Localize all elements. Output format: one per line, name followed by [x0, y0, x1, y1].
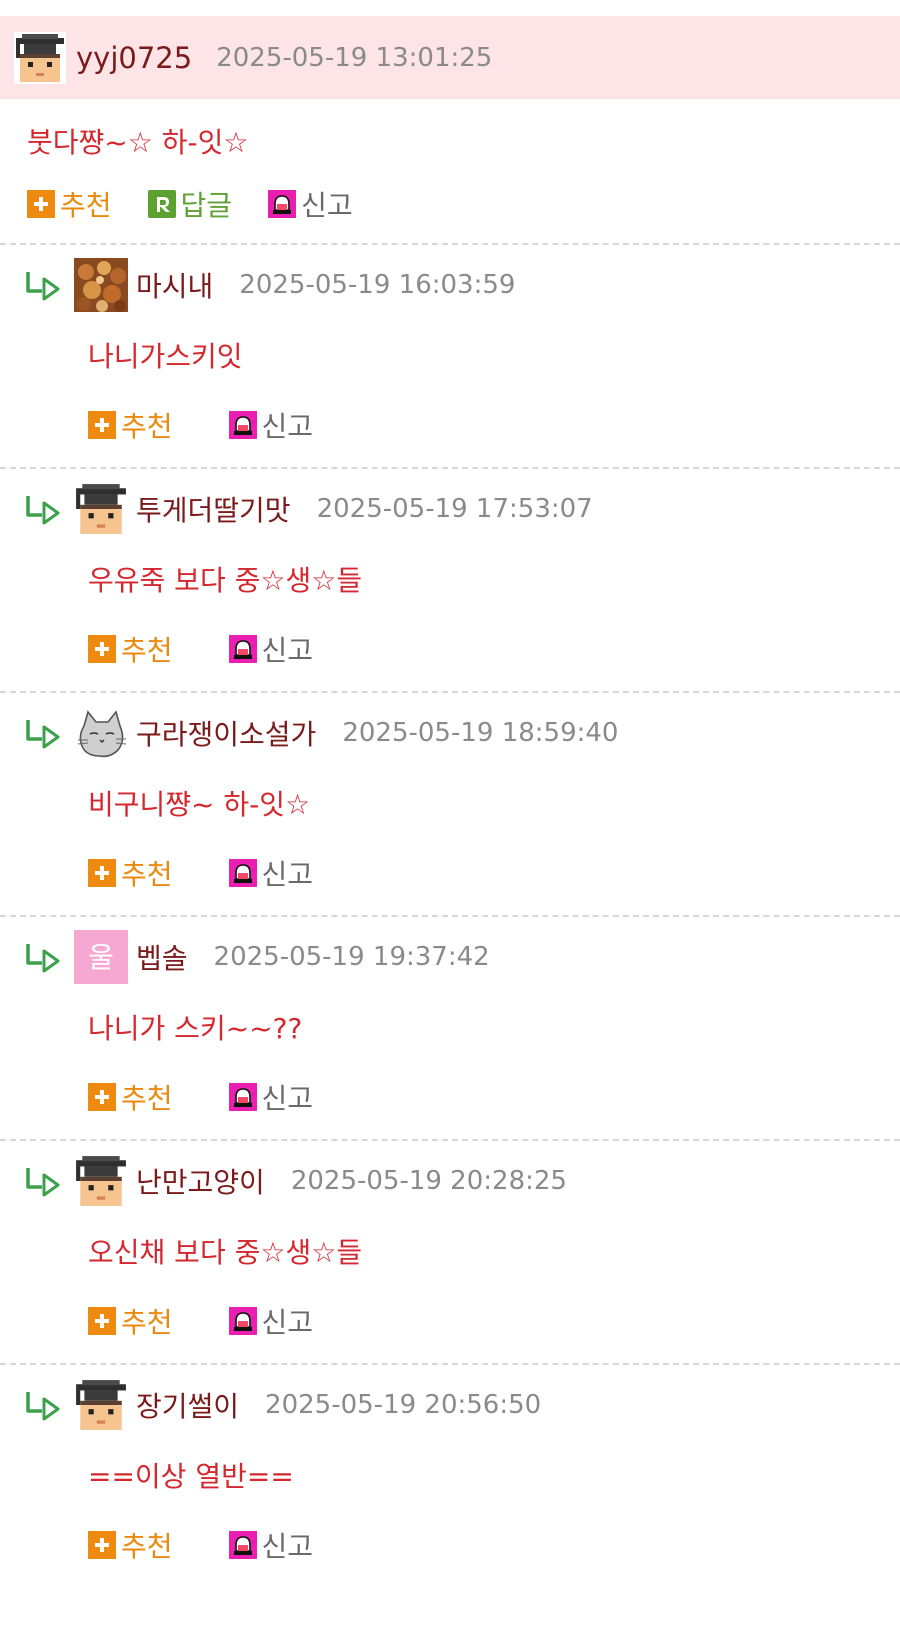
reply-item: 장기썰이 2025-05-19 20:56:50 ==이상 열반== 추천 신고: [0, 1365, 900, 1587]
author-name[interactable]: 장기썰이: [136, 1385, 239, 1425]
recommend-label: 추천: [121, 858, 173, 891]
reply-button[interactable]: 답글: [148, 184, 233, 224]
reply-arrow-icon: [24, 941, 62, 973]
plus-icon: [88, 1083, 116, 1111]
plus-icon: [88, 1531, 116, 1559]
report-button[interactable]: 신고: [229, 853, 314, 893]
reply-item: 울 벱솔 2025-05-19 19:37:42 나니가 스키~~?? 추천 신…: [0, 917, 900, 1139]
recommend-button[interactable]: 추천: [88, 629, 173, 669]
report-label: 신고: [301, 189, 353, 222]
author-name[interactable]: 구라쟁이소설가: [136, 713, 316, 753]
report-label: 신고: [261, 1306, 314, 1339]
recommend-label: 추천: [60, 189, 112, 222]
report-button[interactable]: 신고: [229, 405, 314, 445]
author-name[interactable]: 마시내: [136, 265, 213, 305]
main-comment: yyj0725 2025-05-19 13:01:25 붓다쨩~☆ 하-잇☆ 추…: [0, 16, 900, 243]
avatar[interactable]: [74, 706, 128, 760]
timestamp: 2025-05-19 18:59:40: [342, 718, 619, 748]
main-comment-header: yyj0725 2025-05-19 13:01:25: [0, 16, 900, 99]
recommend-button[interactable]: 추천: [88, 853, 173, 893]
siren-icon: [229, 859, 257, 887]
recommend-button[interactable]: 추천: [88, 1077, 173, 1117]
plus-icon: [88, 635, 116, 663]
timestamp: 2025-05-19 20:56:50: [265, 1390, 542, 1420]
comment-body: 붓다쨩~☆ 하-잇☆: [27, 126, 249, 159]
siren-icon: [229, 635, 257, 663]
comment-body: 우유죽 보다 중☆생☆들: [88, 564, 363, 597]
recommend-button[interactable]: 추천: [88, 1525, 173, 1565]
recommend-label: 추천: [121, 1082, 173, 1115]
recommend-label: 추천: [121, 634, 173, 667]
report-label: 신고: [261, 634, 314, 667]
avatar-letter: 울: [88, 941, 114, 974]
reply-arrow-icon: [24, 1389, 62, 1421]
recommend-button[interactable]: 추천: [88, 1301, 173, 1341]
avatar[interactable]: [14, 32, 66, 84]
author-name[interactable]: 난만고양이: [136, 1161, 265, 1201]
report-label: 신고: [261, 1530, 314, 1563]
siren-icon: [229, 1307, 257, 1335]
author-name[interactable]: 투게더딸기맛: [136, 489, 291, 529]
comment-body: 나니가스키잇: [88, 340, 243, 373]
r-icon: [148, 190, 176, 218]
comment-body: ==이상 열반==: [88, 1460, 294, 1493]
recommend-button[interactable]: 추천: [88, 405, 173, 445]
author-name[interactable]: 벱솔: [136, 937, 188, 977]
siren-icon: [229, 1083, 257, 1111]
avatar[interactable]: [74, 1378, 128, 1432]
reply-arrow-icon: [24, 1165, 62, 1197]
author-name[interactable]: yyj0725: [76, 41, 192, 75]
avatar[interactable]: [74, 1154, 128, 1208]
report-button[interactable]: 신고: [229, 1077, 314, 1117]
reply-arrow-icon: [24, 717, 62, 749]
comment-body: 나니가 스키~~??: [88, 1012, 303, 1045]
reply-item: 구라쟁이소설가 2025-05-19 18:59:40 비구니쨩~ 하-잇☆ 추…: [0, 693, 900, 915]
report-label: 신고: [261, 858, 314, 891]
plus-icon: [88, 859, 116, 887]
report-button[interactable]: 신고: [268, 184, 353, 224]
report-button[interactable]: 신고: [229, 1301, 314, 1341]
plus-icon: [88, 1307, 116, 1335]
plus-icon: [88, 411, 116, 439]
reply-item: 투게더딸기맛 2025-05-19 17:53:07 우유죽 보다 중☆생☆들 …: [0, 469, 900, 691]
reply-arrow-icon: [24, 269, 62, 301]
siren-icon: [229, 1531, 257, 1559]
avatar[interactable]: [74, 482, 128, 536]
recommend-label: 추천: [121, 1530, 173, 1563]
comment-actions: 추천 답글 신고: [0, 165, 900, 243]
siren-icon: [268, 190, 296, 218]
timestamp: 2025-05-19 16:03:59: [239, 270, 516, 300]
recommend-button[interactable]: 추천: [27, 184, 112, 224]
report-button[interactable]: 신고: [229, 629, 314, 669]
avatar[interactable]: 울: [74, 930, 128, 984]
recommend-label: 추천: [121, 410, 173, 443]
reply-item: 마시내 2025-05-19 16:03:59 나니가스키잇 추천 신고: [0, 245, 900, 467]
report-label: 신고: [261, 410, 314, 443]
comment-body: 비구니쨩~ 하-잇☆: [88, 788, 311, 821]
reply-item: 난만고양이 2025-05-19 20:28:25 오신채 보다 중☆생☆들 추…: [0, 1141, 900, 1363]
timestamp: 2025-05-19 20:28:25: [290, 1166, 567, 1196]
avatar[interactable]: [74, 258, 128, 312]
report-button[interactable]: 신고: [229, 1525, 314, 1565]
recommend-label: 추천: [121, 1306, 173, 1339]
timestamp: 2025-05-19 17:53:07: [316, 494, 593, 524]
timestamp: 2025-05-19 19:37:42: [213, 942, 490, 972]
plus-icon: [27, 190, 55, 218]
reply-label: 답글: [180, 189, 233, 222]
reply-arrow-icon: [24, 493, 62, 525]
timestamp: 2025-05-19 13:01:25: [216, 42, 493, 73]
siren-icon: [229, 411, 257, 439]
report-label: 신고: [261, 1082, 314, 1115]
comment-body: 오신채 보다 중☆생☆들: [88, 1236, 363, 1269]
